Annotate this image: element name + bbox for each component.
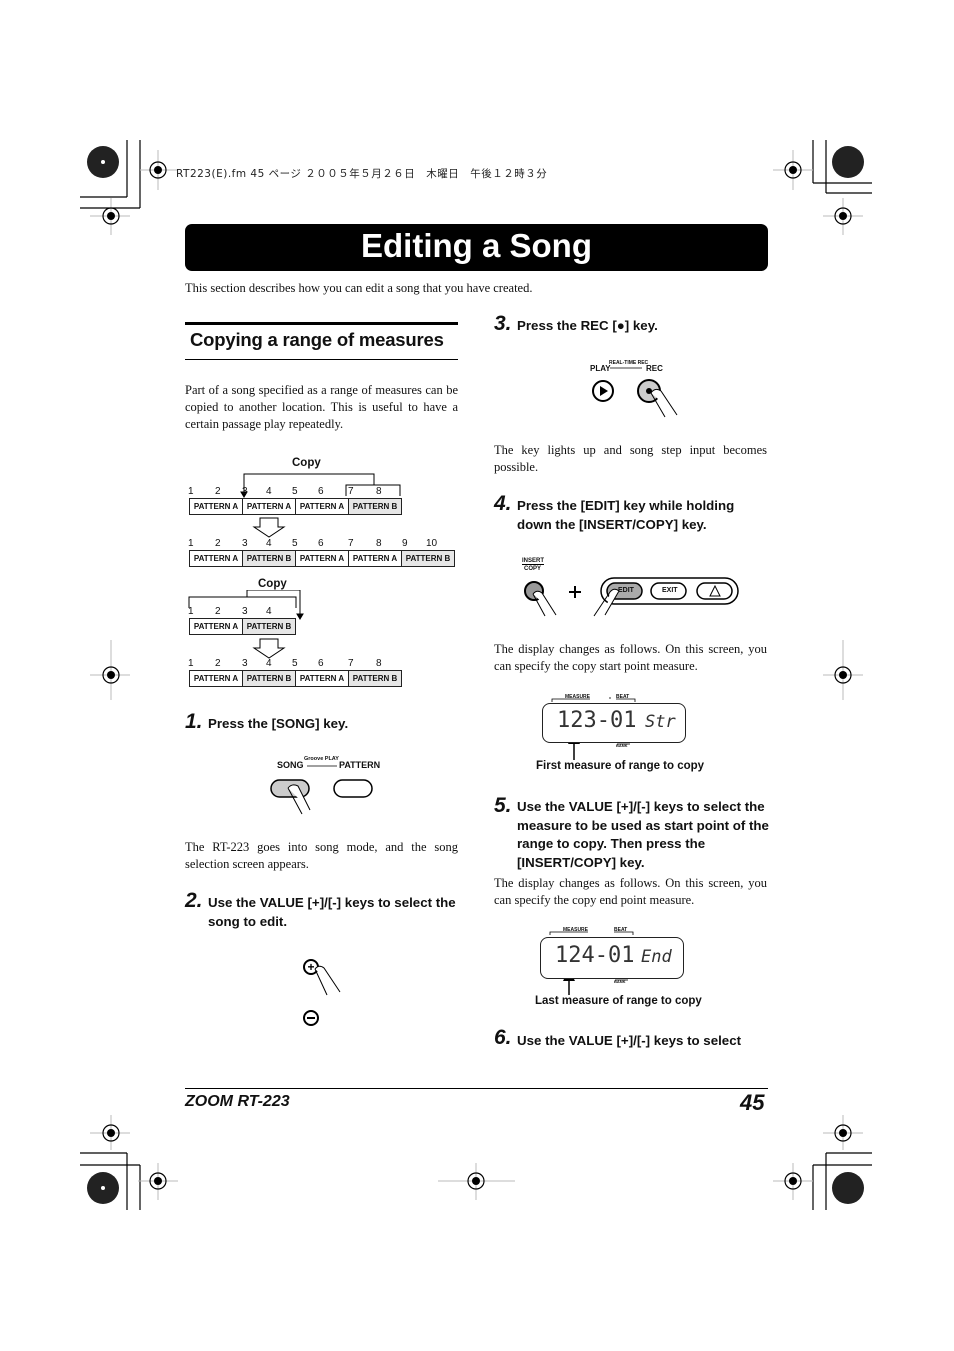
page-title: Editing a Song [361,227,592,264]
lcd-reading: 124-01 [555,943,635,968]
lcd-screen: 124-01 End [540,937,684,979]
measure-label: MEASURE [563,927,589,933]
section-paragraph: Part of a song specified as a range of m… [185,383,458,431]
insert-copy-edit-illustration: INSERT COPY EDIT EXIT [518,556,768,622]
step-text: Press the [EDIT] key while holding down … [517,498,735,532]
bank-label: BANK [616,743,628,748]
step-number: 4. [494,492,512,515]
pattern-cell: PATTERN A [349,551,402,566]
finger-icon [650,388,678,418]
value-keys-illustration: + [303,959,341,1026]
lcd-reading: 123-01 [557,708,637,733]
pattern-cell: PATTERN B [243,551,296,566]
finger-icon [532,590,557,617]
measure-label: MEASURE [565,694,591,700]
step-result: The RT-223 goes into song mode, and the … [185,840,458,871]
step-result: The display changes as follows. On this … [494,876,767,907]
pattern-cell: PATTERN B [349,499,401,514]
pattern-cell: PATTERN A [190,499,243,514]
pattern-key[interactable] [333,779,373,798]
copy-label: Copy [258,578,287,590]
copy-label: Copy [292,457,321,469]
beat-label: BEAT [614,927,628,933]
lcd-mode: End [641,947,672,967]
step-number: 6. [494,1026,512,1049]
step-number: 2. [185,889,203,912]
step-number: 3. [494,312,512,335]
step-text: Use the VALUE [+]/[-] keys to select [517,1033,742,1048]
pattern-cell: PATTERN A [243,499,296,514]
pattern-cell: PATTERN A [190,671,243,686]
lcd-display-end: MEASURE BEAT 124-01 End BANK [538,925,688,1005]
pattern-cell: PATTERN B [349,671,401,686]
step-text: Press the [SONG] key. [208,716,349,731]
page-number: 45 [740,1090,765,1115]
pattern-cell: PATTERN B [243,671,296,686]
pattern-cell: PATTERN B [243,619,295,634]
step-number: 5. [494,794,512,817]
footer-divider [185,1088,768,1089]
pattern-row: PATTERN A PATTERN B PATTERN A PATTERN A … [189,550,455,567]
step-result: The key lights up and song step input be… [494,443,767,474]
song-key-illustration: SONG Groove PLAY PATTERN [270,756,380,818]
step-text: Use the VALUE [+]/[-] keys to select the… [208,895,456,929]
svg-text:+: + [307,960,314,974]
step-text: Use the VALUE [+]/[-] keys to select the… [517,799,769,870]
pattern-cell: PATTERN A [296,551,349,566]
registration-marks [80,140,872,1210]
bank-label: BANK [614,979,626,984]
pattern-cell: PATTERN A [296,499,349,514]
pattern-row: PATTERN A PATTERN B [189,618,296,635]
section-heading: Copying a range of measures [185,322,458,360]
beat-label: BEAT [616,694,630,700]
finger-icon [314,965,341,996]
lcd-mode: Str [645,712,676,732]
footer-product: ZOOM RT-223 [185,1093,290,1110]
file-meta: RT223(E).fm 45 ページ ２００５年５月２６日 木曜日 午後１２時３… [176,168,548,180]
section-heading-text: Copying a range of measures [190,329,444,350]
display-caption: Last measure of range to copy [535,995,702,1007]
step-text: Press the REC [●] key. [517,318,658,333]
pattern-cell: PATTERN A [190,619,243,634]
step-number: 1. [185,710,203,733]
title-bar: Editing a Song [185,224,768,271]
exit-key-label: EXIT [662,587,678,594]
step-result: The display changes as follows. On this … [494,642,767,673]
pattern-row: PATTERN A PATTERN A PATTERN A PATTERN B [189,498,402,515]
intro-text: This section describes how you can edit … [185,281,533,295]
rec-key-illustration: PLAY REAL-TIME REC REC [588,358,688,418]
edit-key-label: EDIT [618,587,634,594]
pattern-row: PATTERN A PATTERN B PATTERN A PATTERN B [189,670,402,687]
pattern-cell: PATTERN A [296,671,349,686]
pattern-cell: PATTERN A [190,551,243,566]
display-caption: First measure of range to copy [536,760,705,772]
lcd-screen: 123-01 Str [542,703,686,743]
pattern-cell: PATTERN B [402,551,454,566]
